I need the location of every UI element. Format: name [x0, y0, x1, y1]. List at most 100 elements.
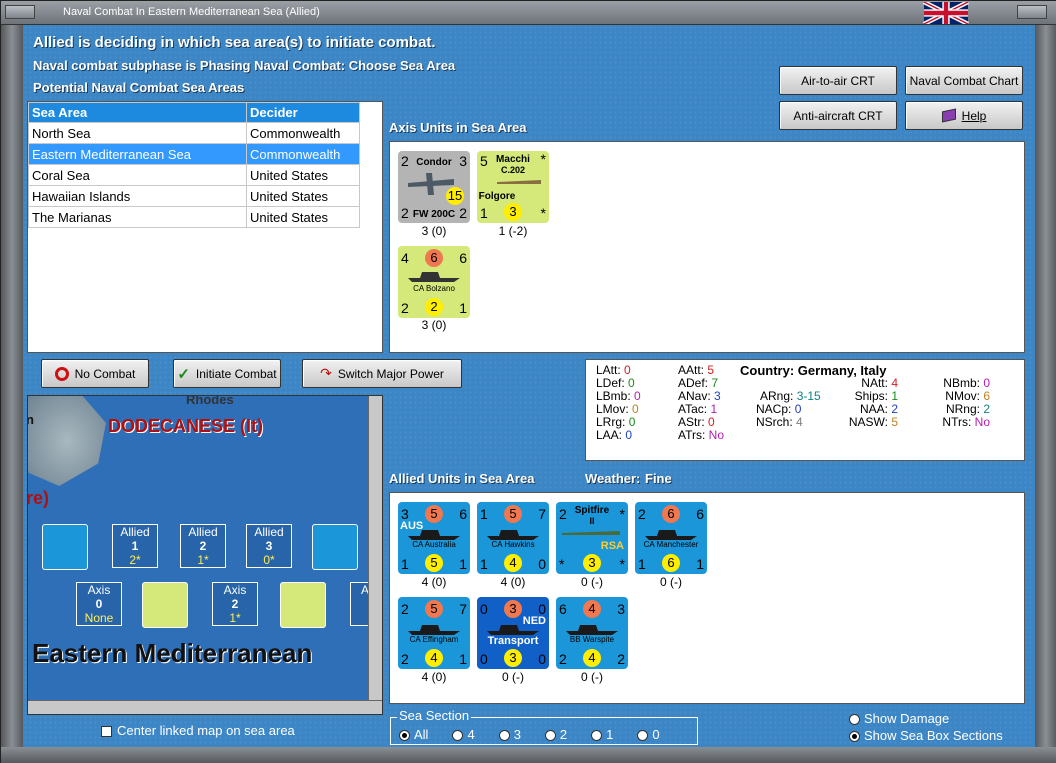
show-damage-radio[interactable]: Show Damage [849, 711, 949, 726]
show-sea-box-sections-radio[interactable]: Show Sea Box Sections [849, 728, 1003, 743]
stat-label: NACp: [756, 402, 792, 416]
unit-counter-macchi[interactable]: 5 * Macchi C.202 Folgore 1 3 * [477, 151, 549, 223]
unit-stat: 0 [480, 601, 488, 617]
radio-3[interactable]: 3 [498, 727, 521, 742]
radio-1[interactable]: 1 [591, 727, 613, 742]
table-row[interactable]: The Marianas United States [28, 206, 360, 228]
header-sea-area[interactable]: Sea Area [28, 102, 247, 123]
weather-label: Weather: [585, 471, 641, 486]
header-decider[interactable]: Decider [246, 102, 360, 123]
stat-label: ADef: [678, 376, 709, 390]
sea-area-list: Sea Area Decider North Sea Commonwealth E… [27, 101, 383, 353]
stat-value: 0 [708, 415, 715, 429]
unit-attack: 4 [583, 600, 601, 618]
unit-name: Condor [416, 157, 452, 168]
anti-aircraft-crt-label: Anti-aircraft CRT [793, 108, 883, 123]
unit-counter[interactable]: 1 5 7 CA Hawkins 1 4 0 [477, 502, 549, 574]
unit-counter[interactable]: 2 5 7 CA Effingham 2 4 1 [398, 597, 470, 669]
unit-counter[interactable]: 2 6 6 CA Manchester 1 6 1 [635, 502, 707, 574]
no-entry-icon [54, 366, 69, 381]
sea-box-allied-2[interactable]: Allied 2 1* [180, 524, 226, 568]
map-vertical-scrollbar[interactable] [368, 396, 382, 702]
aircraft-icon [562, 531, 620, 535]
unit-counter-bolzano[interactable]: 4 6 6 CA Bolzano 2 2 1 [398, 246, 470, 318]
unit-caption: 0 (-) [581, 575, 603, 589]
radio-2[interactable]: 2 [544, 727, 567, 742]
unit-counter[interactable]: 0 3 0 Transport NED 0 3 0 [477, 597, 549, 669]
radio-label: All [414, 727, 429, 742]
unit-counter[interactable]: 6 4 3 BB Warspite 2 4 2 [556, 597, 628, 669]
help-button[interactable]: Help [905, 101, 1023, 130]
cell-decider: Commonwealth [246, 143, 360, 165]
table-row[interactable]: Coral Sea United States [28, 164, 360, 186]
air-to-air-crt-button[interactable]: Air-to-air CRT [779, 66, 897, 95]
radio-0[interactable]: 0 [637, 727, 660, 742]
table-row[interactable]: Hawaiian Islands United States [28, 185, 360, 207]
stat-value: 4 [891, 376, 898, 390]
map-horizontal-scrollbar[interactable] [28, 700, 382, 714]
unit-name: CA Manchester [643, 540, 699, 549]
unit-name: CA Effingham [409, 635, 459, 644]
close-window-button[interactable] [1017, 5, 1047, 19]
unit-attack: 5 [504, 505, 522, 523]
linked-map[interactable]: Rhodes n DODECANESE (It) re) Allied12* A… [27, 395, 383, 715]
table-row[interactable]: Eastern Mediterranean Sea Commonwealth [28, 143, 360, 165]
country-label: Country: [740, 363, 795, 378]
sea-box-axis-0[interactable]: Axis 0 None [76, 582, 122, 626]
map-counter-bolzano[interactable] [280, 582, 326, 628]
stat-label: LAtt: [596, 363, 621, 377]
potential-areas-heading: Potential Naval Combat Sea Areas [33, 80, 245, 95]
map-counter-australia[interactable] [312, 524, 358, 570]
radio-4[interactable]: 4 [452, 727, 475, 742]
stat-value: 2 [891, 402, 898, 416]
window-menu-button[interactable] [5, 5, 35, 19]
stat-label: LRrg: [596, 415, 626, 429]
box-side: Axis [87, 583, 111, 597]
switch-major-power-button[interactable]: ↷ Switch Major Power [302, 359, 462, 388]
anti-aircraft-crt-button[interactable]: Anti-aircraft CRT [779, 101, 897, 130]
box-number: 1 [131, 539, 139, 553]
unit-strength: 3 [504, 203, 522, 221]
table-row[interactable]: North Sea Commonwealth [28, 122, 360, 144]
unit-stat: 2 [559, 651, 567, 667]
stat-value: 6 [983, 389, 990, 403]
box-side: Allied [188, 525, 218, 539]
stat-label: NAA: [859, 402, 888, 416]
unit-stat: 7 [459, 601, 467, 617]
stat-label: LAA: [596, 428, 623, 442]
unit-name: Macchi [496, 154, 530, 165]
stat-value: 2 [983, 402, 990, 416]
map-counter-warspite[interactable] [42, 524, 88, 570]
unit-unit-name: Folgore [478, 191, 516, 202]
center-linked-map-checkbox[interactable]: Center linked map on sea area [101, 723, 295, 738]
unit-stat: * [559, 556, 565, 572]
unit-stat: 6 [559, 601, 567, 617]
sea-box-allied-3[interactable]: Allied 3 0* [246, 524, 292, 568]
unit-stats-panel: LAtt: 0 LDef: 0 LBmb: 0 LMov: 0 LRrg: 0 … [585, 359, 1025, 461]
unit-type: C.202 [500, 165, 526, 175]
cell-decider: Commonwealth [246, 122, 360, 144]
sea-box-axis-2[interactable]: Axis 2 1* [212, 582, 258, 626]
sea-section-label: Sea Section [397, 708, 472, 723]
unit-counter-condor[interactable]: 2 3 Condor 15 2 FW 200C 2 [398, 151, 470, 223]
unit-strength: 2 [425, 298, 443, 316]
sea-box-allied-1[interactable]: Allied 1 2* [112, 524, 158, 568]
no-combat-button[interactable]: No Combat [41, 359, 149, 388]
box-side: Allied [254, 525, 284, 539]
map-counter-macchi[interactable] [142, 582, 188, 628]
naval-combat-chart-button[interactable]: Naval Combat Chart [905, 66, 1023, 95]
show-sea-box-sections-label: Show Sea Box Sections [864, 728, 1003, 743]
bottom-frame [1, 747, 1056, 763]
radio-all[interactable]: All [399, 727, 428, 742]
box-count: None [84, 611, 114, 625]
stat-value: 0 [794, 402, 802, 416]
radio-dot [498, 730, 510, 742]
unit-counter[interactable]: 3 5 6 CA Australia AUS 1 5 1 [398, 502, 470, 574]
stat-label: NBmb: [943, 376, 980, 390]
stat-label: AStr: [678, 415, 705, 429]
left-frame [1, 25, 23, 747]
stat-value: 3-15 [796, 389, 821, 403]
cell-sea-area: North Sea [28, 122, 247, 144]
initiate-combat-button[interactable]: ✓ Initiate Combat [173, 359, 281, 388]
unit-counter[interactable]: 2 * Spitfire II RSA * 3 * [556, 502, 628, 574]
